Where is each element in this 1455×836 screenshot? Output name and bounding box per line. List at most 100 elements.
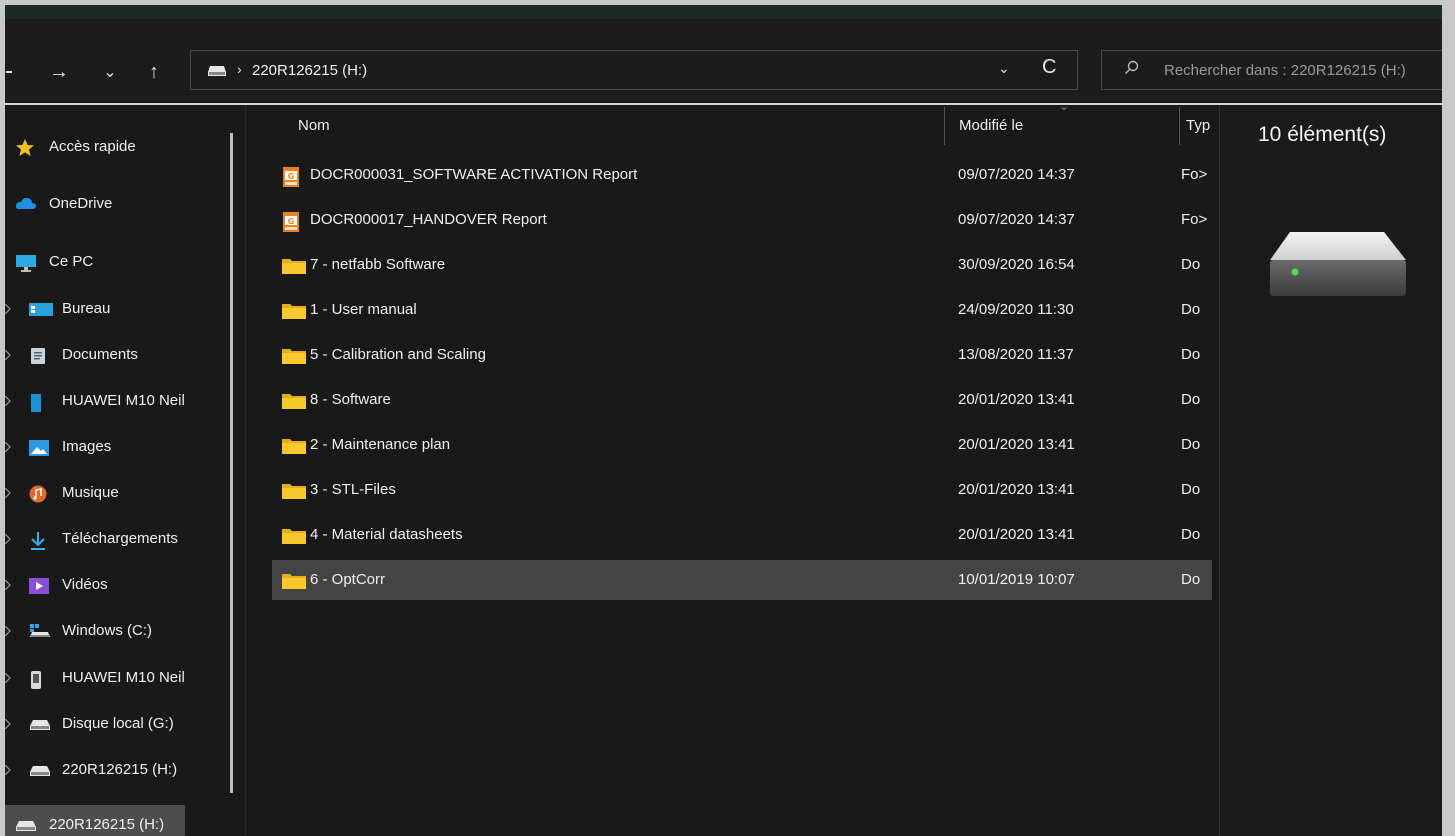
folder-icon (282, 437, 306, 459)
sidebar-item-this-pc[interactable]: Ce PC (5, 242, 237, 282)
drive-icon (29, 716, 50, 732)
sidebar-item-downloads[interactable]: Téléchargements (5, 519, 237, 559)
file-type: Do (1181, 526, 1201, 543)
list-edge (1212, 105, 1219, 836)
file-modified-date: 20/01/2020 13:41 (958, 481, 1075, 498)
column-divider[interactable] (1179, 107, 1180, 145)
desktop-icon (29, 301, 53, 317)
sidebar-item-documents[interactable]: Documents (5, 335, 237, 375)
expand-chevron-icon[interactable] (5, 534, 11, 544)
navigation-scrollbar[interactable] (230, 133, 233, 793)
recent-locations-button[interactable]: ⌄ (97, 59, 123, 85)
file-name: 2 - Maintenance plan (310, 436, 451, 453)
expand-chevron-icon[interactable] (5, 765, 11, 775)
expand-chevron-icon[interactable] (5, 396, 11, 406)
table-row[interactable]: 4 - Material datasheets 20/01/2020 13:41 D… (272, 515, 1219, 555)
file-modified-date: 09/07/2020 14:37 (958, 211, 1075, 228)
table-row[interactable]: 7 - netfabb Software 30/09/2020 16:54 Do (272, 245, 1219, 285)
expand-chevron-icon[interactable] (5, 350, 11, 360)
sidebar-item-onedrive[interactable]: OneDrive (5, 184, 237, 224)
table-row[interactable]: G DOCR000017_HANDOVER Report 09/07/2020 14… (272, 200, 1219, 240)
refresh-button[interactable]: C (1042, 56, 1056, 79)
file-type: Do (1181, 346, 1201, 363)
search-icon (1124, 60, 1140, 81)
expand-chevron-icon[interactable] (5, 626, 11, 636)
sidebar-item-huawei-tablet[interactable]: HUAWEI M10 Neil (5, 381, 237, 421)
sidebar-item-drive-h[interactable]: 220R126215 (H:) (5, 750, 237, 790)
sidebar-item-label: Musique (62, 484, 119, 501)
file-name: 4 - Material datasheets (310, 526, 463, 543)
sidebar-item-label: Disque local (G:) (62, 715, 174, 732)
sidebar-item-local-disk-g[interactable]: Disque local (G:) (5, 704, 237, 744)
file-modified-date: 24/09/2020 11:30 (958, 301, 1074, 318)
details-pane: 10 élément(s) (1220, 105, 1442, 836)
expand-chevron-icon[interactable] (5, 580, 11, 590)
table-row[interactable]: 5 - Calibration and Scaling 13/08/2020 11… (272, 335, 1219, 375)
expand-chevron-icon[interactable] (5, 442, 11, 452)
expand-chevron-icon[interactable] (5, 673, 11, 683)
sidebar-item-windows-c[interactable]: Windows (C:) (5, 611, 237, 651)
image-icon (29, 439, 49, 456)
file-name: 6 - OptCorr (310, 571, 386, 588)
table-row[interactable]: 1 - User manual 24/09/2020 11:30 Do (272, 290, 1219, 330)
table-row[interactable]: 3 - STL-Files 20/01/2020 13:41 Do (272, 470, 1219, 510)
explorer-window: → ⌄ ↑ › 220R126215 (H:) ⌄ C Rechercher d… (5, 5, 1442, 836)
up-button[interactable]: ↑ (141, 59, 167, 85)
file-type: Do (1181, 436, 1201, 453)
sidebar-item-music[interactable]: Musique (5, 473, 237, 513)
sidebar-item-videos[interactable]: Vidéos (5, 565, 237, 605)
expand-chevron-icon[interactable] (5, 719, 11, 729)
address-dropdown-button[interactable]: ⌄ (998, 60, 1010, 77)
folder-icon (282, 347, 306, 369)
breadcrumb-separator: › (237, 61, 242, 77)
file-type: Do (1181, 256, 1201, 273)
video-icon (29, 577, 49, 594)
folder-icon (282, 302, 306, 324)
table-row[interactable]: G DOCR000031_SOFTWARE ACTIVATION Report 09… (272, 155, 1219, 195)
folder-icon (282, 257, 306, 279)
folder-icon (282, 392, 306, 414)
address-bar[interactable]: › 220R126215 (H:) ⌄ C (190, 50, 1078, 90)
sidebar-item-huawei-phone[interactable]: HUAWEI M10 Neil (5, 658, 237, 698)
column-header-type[interactable]: Typ (1186, 117, 1212, 159)
breadcrumb-path[interactable]: 220R126215 (H:) (252, 62, 367, 79)
file-type: Do (1181, 391, 1201, 408)
pdf-file-icon: G (282, 212, 300, 236)
folder-icon (282, 482, 306, 504)
sidebar-item-label: Vidéos (62, 576, 108, 593)
drive-icon (29, 762, 50, 778)
file-name: 5 - Calibration and Scaling (310, 346, 486, 363)
back-button-edge[interactable] (6, 59, 12, 85)
sidebar-item-label: Windows (C:) (62, 622, 153, 639)
column-header-name[interactable]: Nom (298, 117, 330, 159)
monitor-icon (15, 254, 36, 272)
sidebar-item-images[interactable]: Images (5, 427, 237, 467)
file-name: 3 - STL-Files (310, 481, 396, 498)
sidebar-item-label: OneDrive (49, 195, 113, 212)
drive-icon (207, 64, 227, 82)
search-box[interactable]: Rechercher dans : 220R126215 (H:) (1101, 50, 1442, 90)
document-icon (29, 347, 49, 364)
sidebar-item-label: HUAWEI M10 Neil (62, 669, 185, 686)
file-name: DOCR000031_SOFTWARE ACTIVATION Report (310, 166, 638, 183)
expand-chevron-icon[interactable] (5, 304, 11, 314)
forward-button[interactable]: → (46, 59, 72, 85)
sidebar-item-desktop[interactable]: Bureau (5, 289, 237, 329)
sidebar-item-label: 220R126215 (H:) (49, 816, 165, 833)
file-modified-date: 20/01/2020 13:41 (958, 391, 1075, 408)
search-placeholder: Rechercher dans : 220R126215 (H:) (1164, 62, 1406, 79)
file-name: DOCR000017_HANDOVER Report (310, 211, 547, 228)
table-row[interactable]: 6 - OptCorr 10/01/2019 10:07 Do (272, 560, 1219, 600)
column-divider[interactable] (944, 107, 945, 145)
table-row[interactable]: 8 - Software 20/01/2020 13:41 Do (272, 380, 1219, 420)
column-header-modified[interactable]: Modifié le (959, 117, 1023, 159)
sidebar-item-quick-access[interactable]: Accès rapide (5, 127, 237, 167)
file-modified-date: 30/09/2020 16:54 (958, 256, 1075, 273)
expand-chevron-icon[interactable] (5, 488, 11, 498)
hard-drive-icon (1268, 230, 1408, 305)
sidebar-item-drive-h-selected[interactable]: 220R126215 (H:) (5, 805, 185, 836)
toolbar: → ⌄ ↑ › 220R126215 (H:) ⌄ C Rechercher d… (5, 19, 1442, 105)
table-row[interactable]: 2 - Maintenance plan 20/01/2020 13:41 Do (272, 425, 1219, 465)
file-list: Nom Modifié le ⌄ Typ G DOCR000031_SOFTWAR… (246, 105, 1219, 836)
sidebar-item-label: Images (62, 438, 112, 455)
